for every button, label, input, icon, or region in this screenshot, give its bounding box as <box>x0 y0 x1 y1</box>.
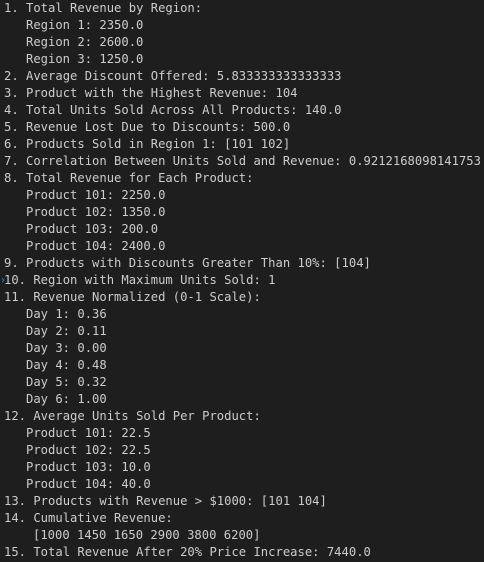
output-line-text: Product 101: 2250.0 <box>26 188 166 202</box>
output-line: Product 104: 40.0 <box>0 476 484 493</box>
output-line-text: 3. Product with the Highest Revenue: 104 <box>4 86 298 100</box>
output-line-text: 11. Revenue Normalized (0-1 Scale): <box>4 290 261 304</box>
output-line: Day 1: 0.36 <box>0 306 484 323</box>
output-line-text: 13. Products with Revenue > $1000: [101 … <box>4 494 327 508</box>
output-line-text: 4. Total Units Sold Across All Products:… <box>4 103 342 117</box>
output-line-text: 8. Total Revenue for Each Product: <box>4 171 254 185</box>
output-line: 4. Total Units Sold Across All Products:… <box>0 102 484 119</box>
output-line-text: Product 104: 2400.0 <box>26 239 166 253</box>
output-line: 15. Total Revenue After 20% Price Increa… <box>0 544 484 561</box>
output-line: 3. Product with the Highest Revenue: 104 <box>0 85 484 102</box>
output-line: 6. Products Sold in Region 1: [101 102] <box>0 136 484 153</box>
output-line: Product 101: 22.5 <box>0 425 484 442</box>
output-line: 11. Revenue Normalized (0-1 Scale): <box>0 289 484 306</box>
output-line-text: Product 101: 22.5 <box>26 426 151 440</box>
output-line-text: Product 103: 10.0 <box>26 460 151 474</box>
output-line-text: [1000 1450 1650 2900 3800 6200] <box>33 528 261 542</box>
output-line-text: 10. Region with Maximum Units Sold: 1 <box>4 273 276 287</box>
output-line-text: Product 104: 40.0 <box>26 477 151 491</box>
output-line: Product 101: 2250.0 <box>0 187 484 204</box>
line-marker-icon: › <box>0 275 7 286</box>
output-line-text: Region 3: 1250.0 <box>26 52 144 66</box>
output-line-text: Product 103: 200.0 <box>26 222 159 236</box>
output-line: Region 1: 2350.0 <box>0 17 484 34</box>
output-line: 1. Total Revenue by Region: <box>0 0 484 17</box>
output-line-text: Day 3: 0.00 <box>26 341 107 355</box>
output-line: Day 3: 0.00 <box>0 340 484 357</box>
output-line: 8. Total Revenue for Each Product: <box>0 170 484 187</box>
output-line-text: 9. Products with Discounts Greater Than … <box>4 256 371 270</box>
output-line: 7. Correlation Between Units Sold and Re… <box>0 153 484 170</box>
output-line-text: Day 6: 1.00 <box>26 392 107 406</box>
output-line: Day 5: 0.32 <box>0 374 484 391</box>
output-line: 5. Revenue Lost Due to Discounts: 500.0 <box>0 119 484 136</box>
output-line-text: 14. Cumulative Revenue: <box>4 511 173 525</box>
output-line: Region 2: 2600.0 <box>0 34 484 51</box>
output-line: Product 104: 2400.0 <box>0 238 484 255</box>
output-line: Product 102: 22.5 <box>0 442 484 459</box>
output-line-text: Day 1: 0.36 <box>26 307 107 321</box>
output-line-text: 6. Products Sold in Region 1: [101 102] <box>4 137 291 151</box>
output-line-text: 2. Average Discount Offered: 5.833333333… <box>4 69 342 83</box>
output-line: 2. Average Discount Offered: 5.833333333… <box>0 68 484 85</box>
output-line: Product 103: 200.0 <box>0 221 484 238</box>
output-line: 9. Products with Discounts Greater Than … <box>0 255 484 272</box>
output-line-text: Day 5: 0.32 <box>26 375 107 389</box>
output-line: Day 4: 0.48 <box>0 357 484 374</box>
output-line-text: 12. Average Units Sold Per Product: <box>4 409 261 423</box>
output-line-text: Product 102: 1350.0 <box>26 205 166 219</box>
output-line-text: 15. Total Revenue After 20% Price Increa… <box>4 545 371 559</box>
output-line-text: Region 1: 2350.0 <box>26 18 144 32</box>
output-line: Product 103: 10.0 <box>0 459 484 476</box>
output-line: 13. Products with Revenue > $1000: [101 … <box>0 493 484 510</box>
output-line-text: 5. Revenue Lost Due to Discounts: 500.0 <box>4 120 291 134</box>
output-line: [1000 1450 1650 2900 3800 6200] <box>0 527 484 544</box>
output-line-text: 7. Correlation Between Units Sold and Re… <box>4 154 481 168</box>
output-line: 14. Cumulative Revenue: <box>0 510 484 527</box>
output-line-text: Product 102: 22.5 <box>26 443 151 457</box>
output-line: › 10. Region with Maximum Units Sold: 1 <box>0 272 484 289</box>
output-line: 12. Average Units Sold Per Product: <box>0 408 484 425</box>
output-line: Product 102: 1350.0 <box>0 204 484 221</box>
terminal-output: 1. Total Revenue by Region: Region 1: 235… <box>0 0 484 562</box>
output-line-text: Day 4: 0.48 <box>26 358 107 372</box>
output-line: Day 6: 1.00 <box>0 391 484 408</box>
output-line: Region 3: 1250.0 <box>0 51 484 68</box>
output-line-text: 1. Total Revenue by Region: <box>4 1 203 15</box>
output-line-text: Region 2: 2600.0 <box>26 35 144 49</box>
output-line-text: Day 2: 0.11 <box>26 324 107 338</box>
output-line: Day 2: 0.11 <box>0 323 484 340</box>
